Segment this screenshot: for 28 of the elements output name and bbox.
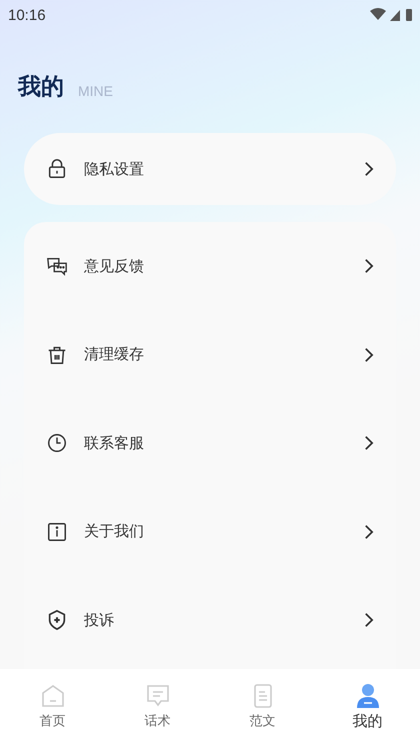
chevron-icon <box>363 346 374 364</box>
tab[interactable]: 话术 <box>105 669 210 746</box>
chevron-icon <box>363 160 374 178</box>
menu-item[interactable]: 联系客服 <box>24 399 396 488</box>
tab[interactable]: 范文 <box>210 669 315 746</box>
info-icon <box>46 520 68 543</box>
status-icons <box>370 7 414 23</box>
tab[interactable]: 我的 <box>315 669 420 746</box>
menu-item[interactable]: 清理缓存 <box>24 310 396 399</box>
menu-item[interactable]: 隐私设置 <box>24 133 396 205</box>
chevron-icon <box>363 522 374 541</box>
menu-item[interactable]: 投诉 <box>24 576 396 664</box>
clock-icon <box>46 432 68 454</box>
chat-icon <box>46 255 68 278</box>
chevron-icon <box>363 257 374 276</box>
chevron-icon <box>363 611 374 630</box>
shield-icon <box>46 609 68 632</box>
chevron-icon <box>363 434 374 452</box>
menu-item[interactable]: 关于我们 <box>24 488 396 576</box>
page-subtitle: MINE <box>78 82 113 101</box>
page-title: 我的 <box>18 73 64 102</box>
person-icon <box>354 683 380 709</box>
speech-icon <box>144 683 170 709</box>
home-icon <box>40 683 66 709</box>
status-time: 10:16 <box>8 6 46 24</box>
tab[interactable]: 首页 <box>0 669 105 746</box>
menu-item[interactable]: 意见反馈 <box>24 222 396 310</box>
lock-icon <box>46 158 68 180</box>
